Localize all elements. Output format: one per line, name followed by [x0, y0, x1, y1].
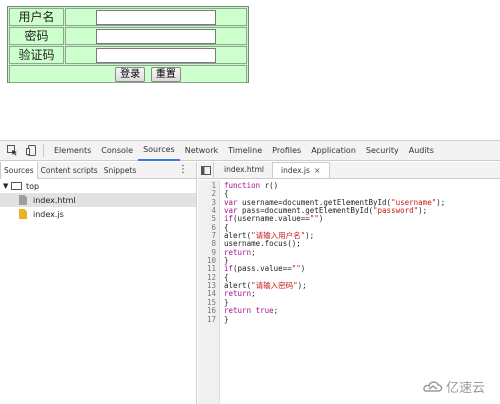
reset-button[interactable]: 重置: [150, 67, 181, 82]
captcha-input[interactable]: [96, 48, 216, 63]
tree-item-label: top: [26, 181, 40, 191]
button-row: 登录 重置: [9, 65, 247, 83]
line-number-gutter: 1 2 3 4 5 6 7 8 9 10 11 12 13 14 15 16 17: [198, 180, 220, 404]
code-content[interactable]: function r(){var username=document.getEl…: [220, 180, 500, 404]
subtab-sources[interactable]: Sources: [0, 161, 38, 179]
file-tree: ▼ top index.html index.js: [0, 179, 196, 221]
device-mode-icon[interactable]: [24, 144, 38, 158]
password-input[interactable]: [96, 29, 216, 44]
tab-timeline[interactable]: Timeline: [223, 141, 267, 161]
navigator-tabs: Sources Content scripts Snippets ⋮: [0, 161, 196, 179]
editor-tab-index-js[interactable]: index.js ×: [272, 162, 330, 178]
editor-pane: index.html index.js × 1 2 3 4 5 6 7 8 9 10 11 12 13 14…: [198, 162, 500, 404]
code-line: }: [224, 314, 229, 324]
expand-arrow-icon[interactable]: ▼: [3, 182, 11, 190]
tree-item-top[interactable]: ▼ top: [0, 179, 196, 193]
tab-console[interactable]: Console: [96, 141, 138, 161]
code-editor[interactable]: 1 2 3 4 5 6 7 8 9 10 11 12 13 14 15 16 17 function r(){v…: [198, 180, 500, 404]
devtools-panel: Elements Console Sources Network Timelin…: [0, 140, 500, 404]
frame-icon: [11, 182, 22, 190]
subtab-content-scripts[interactable]: Content scripts: [38, 162, 101, 179]
watermark: 亿速云: [423, 377, 485, 396]
username-label: 用户名: [9, 8, 64, 26]
tab-profiles[interactable]: Profiles: [267, 141, 306, 161]
login-form: 用户名 密码 验证码 登录 重置: [7, 6, 249, 83]
code-line: return;: [224, 289, 256, 299]
tab-sources[interactable]: Sources: [138, 141, 180, 161]
login-button[interactable]: 登录: [115, 67, 146, 82]
tab-elements[interactable]: Elements: [49, 141, 96, 161]
script-file-icon: [19, 209, 27, 219]
code-line: username.focus();: [224, 239, 301, 249]
subtab-snippets[interactable]: Snippets: [101, 162, 140, 179]
tree-item-label: index.html: [33, 195, 76, 205]
captcha-label: 验证码: [9, 46, 64, 64]
code-line: return;: [224, 247, 256, 257]
editor-tabs: index.html index.js ×: [198, 162, 500, 179]
close-tab-icon[interactable]: ×: [314, 166, 321, 175]
inspect-element-icon[interactable]: [5, 144, 19, 158]
tab-security[interactable]: Security: [361, 141, 404, 161]
editor-tab-index-html[interactable]: index.html: [216, 162, 272, 178]
more-options-icon[interactable]: ⋮: [178, 164, 188, 176]
code-line: if(username.value==""): [224, 214, 324, 224]
code-line: if(pass.value==""): [224, 264, 306, 274]
code-line: function r(): [224, 181, 279, 190]
tree-item-index-js[interactable]: index.js: [0, 207, 196, 221]
file-icon: [19, 195, 27, 205]
code-line: return true;: [224, 306, 279, 316]
cloud-logo-icon: [423, 380, 443, 392]
devtools-toolbar: Elements Console Sources Network Timelin…: [0, 141, 500, 161]
password-label: 密码: [9, 27, 64, 45]
tab-audits[interactable]: Audits: [404, 141, 439, 161]
password-row: 密码: [9, 27, 247, 45]
navigator-pane: Sources Content scripts Snippets ⋮ ▼ top…: [0, 161, 197, 404]
captcha-row: 验证码: [9, 46, 247, 64]
username-input[interactable]: [96, 10, 216, 25]
login-table: 用户名 密码 验证码 登录 重置: [8, 7, 248, 84]
toggle-navigator-icon[interactable]: [198, 162, 214, 178]
tab-application[interactable]: Application: [306, 141, 361, 161]
tree-item-label: index.js: [33, 209, 64, 219]
watermark-text: 亿速云: [445, 381, 485, 396]
username-row: 用户名: [9, 8, 247, 26]
tree-item-index-html[interactable]: index.html: [0, 193, 196, 207]
line-number: 17: [206, 314, 216, 324]
tab-network[interactable]: Network: [180, 141, 223, 161]
code-line: alert("请输入密码");: [224, 281, 307, 291]
